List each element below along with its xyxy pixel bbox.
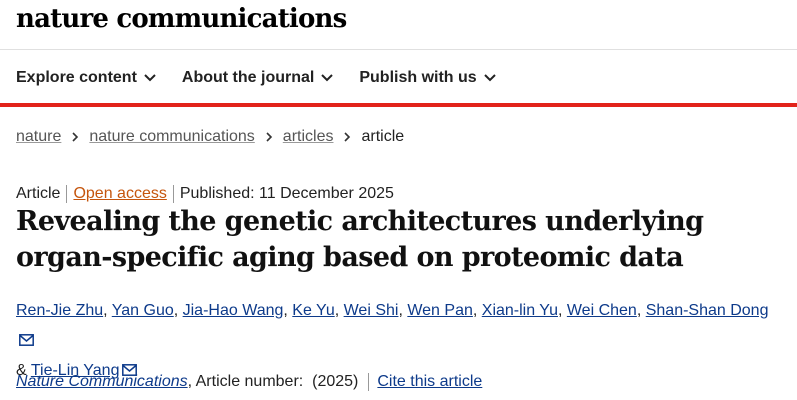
author-link[interactable]: Shan-Shan Dong: [646, 302, 769, 319]
chevron-down-icon: [321, 74, 334, 82]
meta-divider: [66, 185, 68, 203]
breadcrumb-nature[interactable]: nature: [16, 128, 61, 146]
chevron-down-icon: [483, 74, 496, 82]
masthead: nature communications: [16, 1, 347, 45]
chevron-right-icon: [72, 132, 79, 142]
breadcrumb-nature-communications[interactable]: nature communications: [89, 128, 254, 146]
journal-logo[interactable]: nature communications: [16, 1, 347, 37]
author-link[interactable]: Wei Shi: [344, 302, 399, 319]
author-separator: ,: [472, 302, 482, 319]
chevron-right-icon: [266, 132, 272, 142]
citation-line: Nature Communications , Article number: …: [16, 373, 482, 391]
header-divider: [0, 49, 797, 50]
breadcrumb-current: article: [361, 128, 405, 145]
journal-name-link[interactable]: Nature Communications: [16, 373, 188, 391]
nav-about-the-journal[interactable]: About the journal: [181, 69, 334, 87]
mail-icon[interactable]: [19, 334, 34, 346]
published-date: Published: 11 December 2025: [179, 185, 394, 202]
author-separator: ,: [103, 302, 112, 319]
cite-this-article-link[interactable]: Cite this article: [377, 373, 482, 391]
author-separator: ,: [398, 302, 408, 319]
breadcrumb-articles[interactable]: articles: [283, 128, 334, 146]
nav-label: Publish with us: [359, 69, 477, 86]
author-link[interactable]: Wei Chen: [567, 302, 637, 319]
nav-label: Explore content: [16, 69, 137, 86]
article-number: , Article number: (2025): [187, 373, 359, 390]
article-type: Article: [16, 185, 61, 202]
meta-divider: [172, 185, 174, 203]
breadcrumb: nature nature communications articles ar…: [16, 128, 404, 146]
author-separator: ,: [557, 302, 567, 319]
author-link[interactable]: Yan Guo: [112, 302, 174, 319]
nav-publish-with-us[interactable]: Publish with us: [359, 69, 496, 87]
chevron-down-icon: [144, 74, 156, 82]
nav-label: About the journal: [181, 69, 315, 86]
main-nav: Explore content About the journal Publis…: [16, 58, 496, 98]
author-separator: ,: [173, 302, 183, 319]
author-separator: ,: [334, 302, 344, 319]
author-link[interactable]: Jia-Hao Wang: [183, 302, 284, 319]
author-separator: ,: [283, 302, 293, 319]
author-link[interactable]: Wen Pan: [407, 302, 473, 319]
article-title: Revealing the genetic architectures unde…: [16, 206, 704, 273]
article-meta: Article Open access Published: 11 Decemb…: [16, 185, 394, 203]
open-access-link[interactable]: Open access: [73, 185, 166, 203]
author-link[interactable]: Ke Yu: [292, 302, 334, 319]
author-separator: ,: [636, 302, 646, 319]
meta-divider: [368, 373, 370, 391]
nav-accent-bar: [0, 103, 797, 107]
author-link[interactable]: Xian-lin Yu: [482, 302, 558, 319]
nav-explore-content[interactable]: Explore content: [16, 69, 156, 87]
author-link[interactable]: Ren-Jie Zhu: [16, 302, 103, 319]
chevron-right-icon: [344, 132, 351, 142]
